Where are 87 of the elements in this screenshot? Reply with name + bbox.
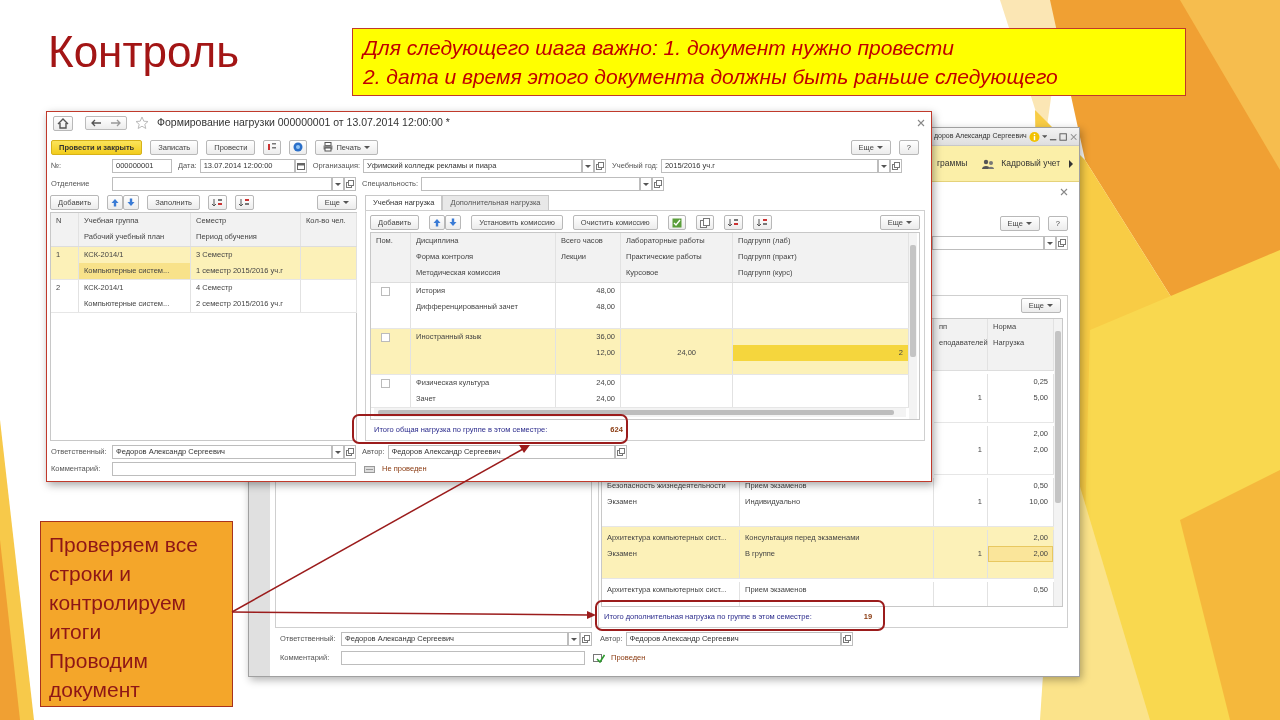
open-button[interactable] — [580, 632, 592, 646]
text-field[interactable] — [341, 651, 585, 665]
home-icon — [57, 117, 69, 129]
checkmark-icon — [671, 217, 682, 228]
move-down-button[interactable] — [445, 215, 462, 230]
open-icon — [891, 162, 900, 170]
close-icon[interactable] — [1060, 188, 1068, 196]
dropdown-button[interactable] — [640, 177, 653, 191]
open-icon — [654, 180, 663, 188]
open-icon — [346, 448, 354, 456]
people-icon — [982, 158, 995, 169]
open-icon — [582, 635, 590, 643]
close-icon[interactable] — [1069, 132, 1077, 141]
scrollbar[interactable] — [909, 233, 917, 419]
checkbox[interactable] — [381, 379, 390, 388]
copy-button[interactable] — [695, 215, 714, 230]
arrow-right-icon[interactable] — [1069, 159, 1073, 168]
sort-icon — [239, 198, 250, 207]
caret-icon — [880, 164, 887, 168]
caret-icon — [1025, 221, 1032, 225]
caret-icon — [571, 637, 577, 641]
callout-text: Проводим документ — [49, 648, 149, 703]
globe-button[interactable] — [289, 139, 308, 155]
open-button[interactable] — [1056, 236, 1068, 250]
open-button[interactable] — [344, 177, 356, 191]
report-icon — [267, 142, 278, 152]
caret-icon — [343, 201, 349, 204]
open-button[interactable] — [594, 159, 607, 173]
caret-icon — [1047, 304, 1053, 308]
open-icon — [346, 180, 354, 188]
open-icon — [616, 448, 625, 456]
caret-icon — [335, 450, 341, 454]
home-button[interactable] — [53, 115, 73, 131]
arrow-up-icon — [111, 198, 120, 207]
move-up-button[interactable] — [107, 195, 124, 210]
arrow-up-icon — [433, 218, 442, 227]
section-link[interactable]: Кадровый учет — [1001, 157, 1061, 170]
section-link[interactable]: граммы — [937, 157, 968, 170]
caret-icon[interactable] — [1041, 135, 1048, 138]
move-up-button[interactable] — [429, 215, 446, 230]
text-field[interactable] — [112, 462, 356, 476]
dropdown-button[interactable] — [1044, 236, 1056, 250]
slide-title: Контроль — [48, 26, 240, 78]
scrollbar[interactable] — [374, 408, 906, 417]
scrollbar[interactable] — [1054, 318, 1062, 606]
select-field[interactable] — [421, 177, 641, 191]
sort-icon — [727, 218, 739, 227]
star-icon[interactable] — [135, 116, 149, 130]
open-icon — [1058, 239, 1066, 247]
arrow-down-icon — [127, 198, 136, 207]
dropdown-button[interactable] — [582, 159, 595, 173]
caret-icon — [585, 164, 592, 168]
sort-button[interactable] — [235, 195, 254, 210]
check-all-button[interactable] — [667, 215, 686, 230]
sort-button[interactable] — [723, 215, 743, 230]
calendar-icon — [296, 162, 305, 170]
sort-button[interactable] — [208, 195, 227, 210]
copy-icon — [699, 217, 710, 228]
checkbox[interactable] — [381, 333, 390, 342]
maximize-icon[interactable] — [1059, 132, 1068, 141]
select-field[interactable] — [932, 236, 1044, 250]
sort-icon — [212, 198, 223, 207]
arrow-right-icon — [110, 119, 122, 127]
close-icon[interactable] — [917, 119, 925, 127]
dropdown-button[interactable] — [332, 445, 344, 459]
dropdown-button[interactable] — [568, 632, 580, 646]
printer-icon — [323, 142, 334, 152]
sort-icon — [756, 218, 768, 227]
open-button[interactable] — [652, 177, 665, 191]
arrow-down-icon — [449, 218, 458, 227]
callout-text: Проверяем все строки и контролируем итоги — [49, 532, 199, 645]
arrow-left-icon — [90, 119, 102, 127]
open-icon — [596, 162, 605, 170]
checkbox[interactable] — [381, 287, 390, 296]
report-button[interactable] — [263, 139, 282, 155]
open-button[interactable] — [344, 445, 356, 459]
note-text: 2. дата и время этого документа должны быть раньше следующего — [363, 64, 1059, 90]
dropdown-button[interactable] — [332, 177, 344, 191]
window-title: Формирование нагрузки 000000001 от 13.07.2014 12:00:00 * — [157, 115, 450, 131]
globe-icon — [293, 142, 304, 152]
caret-icon — [1047, 241, 1053, 245]
sort-button[interactable] — [752, 215, 772, 230]
move-down-button[interactable] — [123, 195, 140, 210]
select-field[interactable] — [112, 177, 332, 191]
open-icon — [842, 635, 851, 643]
caret-icon — [906, 221, 912, 224]
note-text: Для следующего шага важно: 1. документ нужно провести — [363, 35, 955, 61]
